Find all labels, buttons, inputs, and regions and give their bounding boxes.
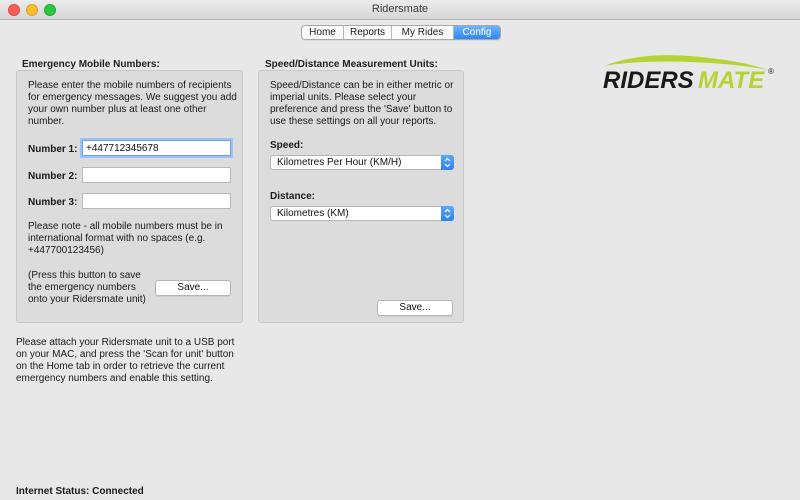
distance-select-value: Kilometres (KM) (277, 208, 349, 219)
tab-my-rides[interactable]: My Rides (392, 26, 454, 39)
ridersmate-logo-icon: RIDERS MATE ® (603, 55, 774, 94)
number-format-note: Please note - all mobile numbers must be… (28, 221, 223, 256)
tab-reports[interactable]: Reports (344, 26, 392, 39)
units-panel: Speed/Distance can be in either metric o… (258, 70, 464, 323)
ridersmate-logo: RIDERS MATE ® (600, 50, 780, 100)
emergency-save-hint: (Press this button to save the emergency… (28, 270, 146, 305)
tab-home[interactable]: Home (302, 26, 344, 39)
updown-chevron-icon (444, 208, 451, 219)
number1-label: Number 1: (28, 144, 78, 155)
emergency-section-title: Emergency Mobile Numbers: (22, 59, 160, 70)
updown-chevron-icon (444, 157, 451, 168)
attach-unit-note: Please attach your Ridersmate unit to a … (16, 337, 235, 384)
distance-label: Distance: (270, 191, 316, 202)
speed-label: Speed: (270, 140, 304, 151)
svg-text:MATE: MATE (698, 67, 765, 94)
speed-select[interactable]: Kilometres Per Hour (KM/H) (270, 155, 454, 170)
number3-field[interactable] (82, 193, 231, 209)
title-bar: Ridersmate (0, 0, 800, 20)
number2-field[interactable] (82, 167, 231, 183)
window-title: Ridersmate (371, 3, 429, 15)
units-intro-text: Speed/Distance can be in either metric o… (270, 80, 454, 127)
units-save-button[interactable]: Save... (377, 300, 453, 316)
speed-select-arrow[interactable] (441, 155, 454, 170)
emergency-intro-text: Please enter the mobile numbers of recip… (28, 80, 237, 127)
tab-bar: Home Reports My Rides Config (301, 25, 501, 40)
distance-select[interactable]: Kilometres (KM) (270, 206, 454, 221)
tab-config[interactable]: Config (454, 26, 500, 39)
speed-select-value: Kilometres Per Hour (KM/H) (277, 157, 402, 168)
distance-select-arrow[interactable] (441, 206, 454, 221)
number2-label: Number 2: (28, 171, 78, 182)
number3-label: Number 3: (28, 197, 78, 208)
number1-field[interactable] (82, 140, 231, 156)
internet-status: Internet Status: Connected (16, 486, 144, 497)
svg-text:RIDERS: RIDERS (603, 67, 694, 94)
emergency-save-button[interactable]: Save... (155, 280, 231, 296)
emergency-panel: Please enter the mobile numbers of recip… (16, 70, 243, 323)
units-section-title: Speed/Distance Measurement Units: (265, 59, 438, 70)
svg-text:®: ® (768, 67, 774, 76)
